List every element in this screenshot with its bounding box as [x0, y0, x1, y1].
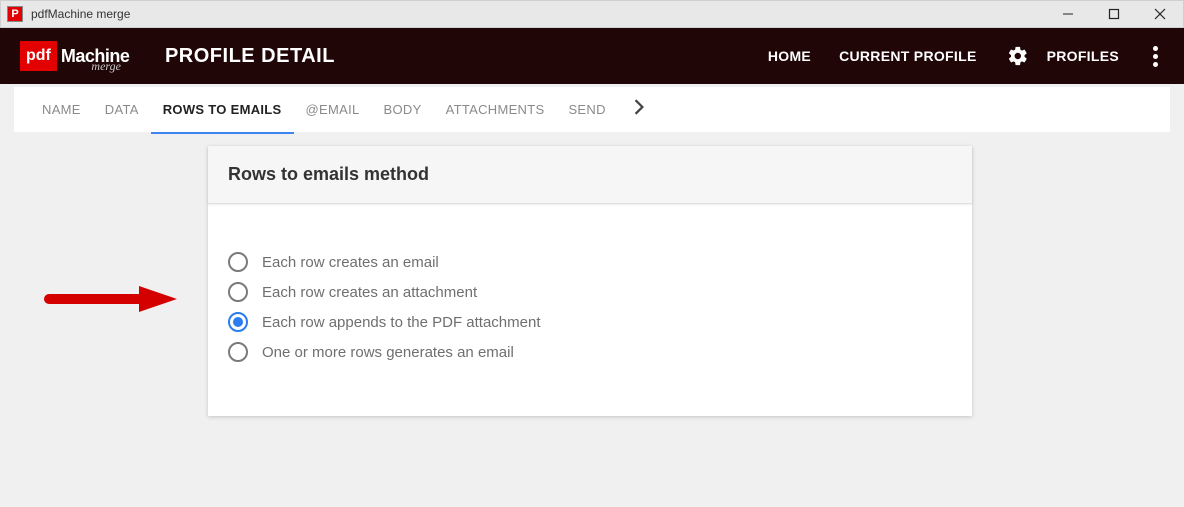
rows-to-emails-card: Rows to emails method Each row creates a…	[208, 146, 972, 416]
tab-name[interactable]: NAME	[30, 86, 93, 134]
page-title: PROFILE DETAIL	[165, 45, 335, 68]
radio-icon	[228, 312, 248, 332]
tab-attachments[interactable]: ATTACHMENTS	[434, 86, 557, 134]
radio-label: Each row creates an attachment	[262, 284, 477, 301]
app-header: pdf Machine merge PROFILE DETAIL HOME CU…	[0, 28, 1184, 84]
close-button[interactable]	[1137, 0, 1183, 28]
tab-rows-to-emails[interactable]: ROWS TO EMAILS	[151, 86, 294, 134]
tab-body[interactable]: BODY	[372, 86, 434, 134]
radio-label: One or more rows generates an email	[262, 344, 514, 361]
kebab-menu-icon[interactable]	[1147, 40, 1164, 73]
window-titlebar: P pdfMachine merge	[0, 0, 1184, 28]
nav-profiles[interactable]: PROFILES	[1047, 48, 1119, 64]
card-title: Rows to emails method	[208, 146, 972, 204]
radio-each-row-email[interactable]: Each row creates an email	[228, 250, 952, 274]
logo-merge: merge	[91, 59, 121, 74]
radio-icon	[228, 282, 248, 302]
red-arrow-icon	[43, 284, 179, 319]
chevron-right-icon[interactable]	[634, 99, 644, 120]
card-row: Rows to emails method Each row creates a…	[0, 146, 1184, 416]
window-controls	[1045, 0, 1183, 28]
content-area: NAME DATA ROWS TO EMAILS @EMAIL BODY ATT…	[0, 84, 1184, 416]
radio-label: Each row appends to the PDF attachment	[262, 314, 541, 331]
radio-label: Each row creates an email	[262, 254, 439, 271]
annotation-arrow-column	[14, 146, 208, 319]
radio-icon	[228, 252, 248, 272]
card-body: Each row creates an email Each row creat…	[208, 204, 972, 416]
nav-home[interactable]: HOME	[768, 48, 811, 64]
logo-pdf: pdf	[20, 41, 57, 71]
window-title: pdfMachine merge	[31, 7, 1045, 21]
radio-one-or-more-rows[interactable]: One or more rows generates an email	[228, 340, 952, 364]
tab-send[interactable]: SEND	[556, 86, 617, 134]
app-logo: pdf Machine merge	[20, 41, 159, 71]
radio-each-row-appends-pdf[interactable]: Each row appends to the PDF attachment	[228, 310, 952, 334]
tab-at-email[interactable]: @EMAIL	[294, 86, 372, 134]
radio-icon	[228, 342, 248, 362]
tab-strip: NAME DATA ROWS TO EMAILS @EMAIL BODY ATT…	[14, 84, 1170, 132]
gear-icon[interactable]	[1007, 45, 1029, 67]
minimize-button[interactable]	[1045, 0, 1091, 28]
tab-data[interactable]: DATA	[93, 86, 151, 134]
maximize-button[interactable]	[1091, 0, 1137, 28]
app-icon: P	[7, 6, 23, 22]
radio-each-row-attachment[interactable]: Each row creates an attachment	[228, 280, 952, 304]
nav-current-profile[interactable]: CURRENT PROFILE	[839, 48, 977, 64]
